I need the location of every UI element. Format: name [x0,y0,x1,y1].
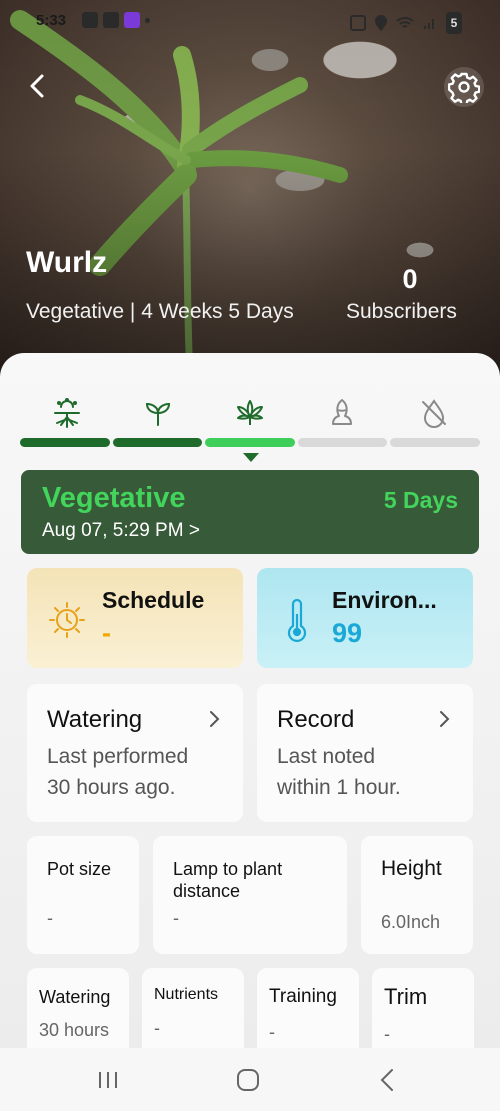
thermometer-icon [287,598,307,642]
schedule-title: Schedule [102,587,205,613]
growth-stage-tabs [20,397,480,431]
environment-card[interactable]: Environ... 99 [257,568,473,668]
lamp-distance-card[interactable]: Lamp to plant distance - [153,836,347,954]
nutrients-value: - [154,1018,160,1038]
stage-segment-vegetative [205,438,295,447]
system-status-icons: 5 [350,12,462,34]
record-card[interactable]: Record Last noted within 1 hour. [257,684,473,822]
sun-timer-icon [49,602,85,638]
record-line2: within 1 hour. [277,776,401,799]
gallery-icon [124,12,140,28]
wifi-icon [396,17,414,28]
subscribers-count[interactable]: 0 [350,264,470,295]
environment-title: Environ... [332,587,437,613]
environment-value: 99 [332,618,363,648]
pot-size-label: Pot size [47,859,112,879]
germination-icon[interactable] [51,397,83,429]
watering-line1: Last performed [47,745,189,768]
watering-title: Watering [47,706,143,733]
record-last-noted: Last noted within 1 hour. [277,741,401,803]
plant-stage-duration: Vegetative | 4 Weeks 5 Days [26,300,294,323]
back-button[interactable] [22,70,54,102]
plant-name: Wurlz [26,246,108,279]
chevron-right-icon [210,711,220,727]
lamp-distance-value: - [173,908,179,928]
record-title: Record [277,706,355,733]
watering-last-performed: Last performed 30 hours ago. [47,741,188,803]
stage-progress-bar [20,438,480,448]
pot-size-card[interactable]: Pot size - [27,836,139,954]
nfc-icon [350,15,366,31]
chevron-right-icon [440,711,450,727]
schedule-card[interactable]: Schedule - [27,568,243,668]
notification-icons [82,12,150,28]
watering-interval-value: 30 hours [39,1020,110,1040]
vegetative-leaf-icon[interactable] [234,397,266,429]
notification-app-icon [82,12,98,28]
signal-icon [424,19,434,29]
training-value: - [269,1022,275,1042]
record-line1: Last noted [277,745,376,768]
chevron-left-icon [30,74,44,98]
schedule-value: - [102,618,111,648]
current-stage-marker [243,453,259,462]
lamp-distance-label: Lamp to plant distance [173,858,282,902]
system-navigation-bar [0,1048,500,1111]
pot-size-value: - [47,908,53,928]
lamp-label-line1: Lamp to plant [173,859,283,879]
stage-segment-seedling [112,438,203,447]
current-stage-card[interactable]: Vegetative 5 Days Aug 07, 5:29 PM > [21,470,479,554]
trim-value: - [384,1024,390,1044]
trim-label: Trim [384,984,428,1009]
back-nav-icon[interactable] [374,1066,402,1094]
current-stage-start-date[interactable]: Aug 07, 5:29 PM > [42,520,200,542]
instagram-icon [103,12,119,28]
drying-drop-icon[interactable] [418,397,450,429]
nutrients-label: Nutrients [154,986,219,1003]
more-notifications-dot-icon [145,18,150,23]
home-icon[interactable] [234,1066,262,1094]
stage-segment-drying [390,438,480,447]
settings-button[interactable] [444,67,484,107]
subscribers-label[interactable]: Subscribers [346,300,457,324]
seedling-icon[interactable] [142,397,174,429]
watering-interval-label: Watering [39,987,111,1007]
training-label: Training [269,986,337,1007]
height-card[interactable]: Height 6.0Inch [361,836,473,954]
lamp-label-line2: distance [173,881,241,901]
stage-segment-germination [20,438,110,447]
current-stage-name: Vegetative [42,482,186,514]
gear-icon [448,72,480,103]
flowering-bud-icon[interactable] [326,397,358,429]
battery-icon: 5 [446,12,462,34]
watering-line2: 30 hours ago. [47,776,176,799]
stage-segment-flowering [297,438,388,447]
recent-apps-icon[interactable] [94,1066,122,1094]
height-value: 6.0Inch [381,912,441,932]
current-stage-days: 5 Days [383,487,458,513]
height-label: Height [381,857,442,880]
status-time: 5:33 [36,12,67,29]
watering-card[interactable]: Watering Last performed 30 hours ago. [27,684,243,822]
status-bar: 5:33 5 [0,8,500,34]
location-icon [375,15,387,31]
